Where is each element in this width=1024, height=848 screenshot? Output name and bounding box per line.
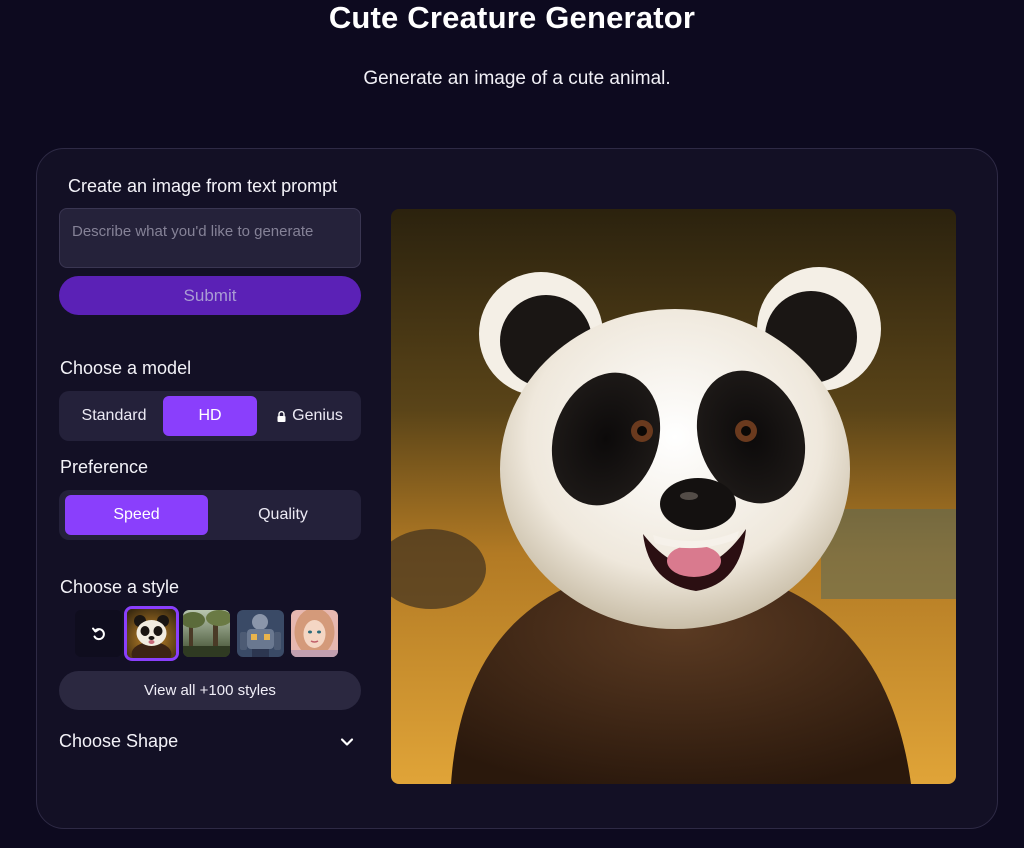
forest-thumbnail	[183, 610, 230, 657]
style-thumb-forest[interactable]	[183, 610, 230, 657]
shape-accordion[interactable]: Choose Shape	[59, 728, 359, 756]
model-selector: Standard HD Genius	[59, 391, 361, 441]
preference-selector: Speed Quality	[59, 490, 361, 540]
prompt-heading: Create an image from text prompt	[68, 176, 338, 196]
portrait-thumbnail	[291, 610, 338, 657]
style-thumb-panda[interactable]	[124, 606, 179, 661]
model-option-label: Genius	[292, 407, 343, 424]
no-style-icon	[91, 627, 105, 640]
preference-option-quality[interactable]: Quality	[211, 495, 355, 535]
style-thumb-portrait[interactable]	[291, 610, 338, 657]
panda-illustration	[391, 209, 956, 784]
model-option-hd[interactable]: HD	[163, 396, 257, 436]
preference-option-speed[interactable]: Speed	[65, 495, 208, 535]
model-option-genius[interactable]: Genius	[263, 396, 357, 436]
generated-image	[391, 209, 956, 784]
style-thumb-robot[interactable]	[237, 610, 284, 657]
submit-button[interactable]: Submit	[59, 276, 361, 315]
model-heading: Choose a model	[60, 358, 192, 378]
page-title: Cute Creature Generator	[328, 0, 696, 35]
page-subtitle: Generate an image of a cute animal.	[363, 68, 671, 89]
prompt-input[interactable]	[59, 208, 361, 268]
model-option-label: HD	[198, 407, 222, 424]
preference-option-label: Quality	[258, 506, 308, 523]
panda-thumbnail	[127, 609, 176, 658]
view-all-styles-button[interactable]: View all +100 styles	[59, 671, 361, 710]
style-heading: Choose a style	[60, 577, 180, 597]
model-option-label: Standard	[81, 407, 147, 424]
model-option-standard[interactable]: Standard	[65, 396, 163, 436]
lock-icon	[277, 410, 286, 422]
robot-thumbnail	[237, 610, 284, 657]
style-thumb-none[interactable]	[75, 610, 122, 657]
page: Cute Creature Generator Generate an imag…	[0, 0, 1024, 848]
preference-heading: Preference	[60, 457, 149, 477]
shape-heading: Choose Shape	[59, 731, 179, 751]
chevron-down-icon	[340, 738, 354, 746]
style-thumbnails	[75, 606, 345, 661]
preference-option-label: Speed	[113, 506, 160, 523]
